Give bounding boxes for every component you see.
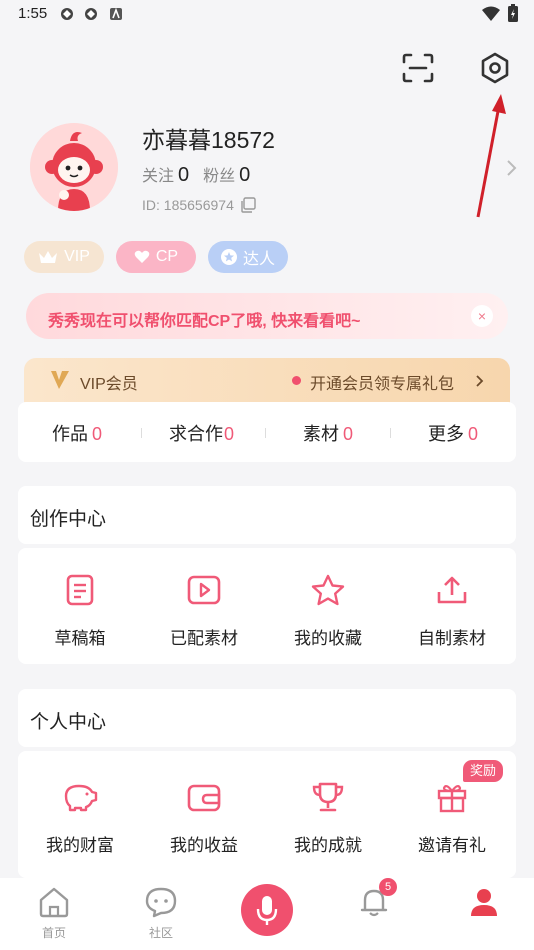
fans-label: 粉丝 (203, 168, 236, 185)
draft-icon (66, 574, 94, 606)
tab-label: 素材 (303, 424, 339, 444)
scan-icon (402, 53, 434, 83)
record-button[interactable] (241, 884, 293, 936)
item-label: 我的收益 (170, 836, 238, 855)
a-notification-icon (110, 7, 122, 20)
tab-count: 0 (92, 424, 103, 444)
tab-count: 0 (343, 424, 354, 444)
star-outline-icon (311, 574, 345, 606)
favorites-item[interactable]: 我的收藏 (266, 570, 390, 649)
bottom-nav: 首页 社区 5 (0, 878, 534, 950)
heart-icon (134, 250, 150, 263)
annotation-arrow (476, 94, 506, 218)
copy-icon[interactable] (240, 197, 256, 213)
home-icon (39, 887, 69, 918)
dubbed-materials-item[interactable]: 已配素材 (142, 570, 266, 649)
creation-grid: 草稿箱 已配素材 我的收藏 自制素材 (18, 548, 516, 664)
item-label: 已配素材 (170, 629, 238, 648)
vip-bar-promo[interactable]: 开通会员领专属礼包 (310, 370, 454, 394)
tab-label: 更多 (428, 424, 464, 444)
divider (390, 428, 391, 438)
tab-collaboration[interactable]: 求合作0 (169, 420, 234, 446)
tab-count: 0 (224, 424, 235, 444)
chevron-right-icon (476, 375, 484, 387)
app-notification-icon (85, 8, 97, 20)
wifi-icon (482, 6, 500, 21)
gear-icon (481, 52, 509, 84)
personal-grid: 我的财富 我的收益 我的成就 邀请有礼 奖励 (18, 751, 516, 878)
piggy-bank-icon (64, 784, 98, 812)
tab-count: 0 (468, 424, 479, 444)
message-count-badge: 5 (379, 878, 397, 896)
creation-center-header: 创作中心 (18, 486, 516, 544)
personal-center-header: 个人中心 (18, 689, 516, 747)
battery-icon (508, 4, 518, 22)
invite-gift-item[interactable]: 邀请有礼 (390, 777, 514, 856)
vip-bar-label: VIP会员 (80, 376, 138, 393)
vip-badge-label: VIP (64, 248, 90, 265)
item-label: 我的收藏 (294, 629, 362, 648)
item-label: 邀请有礼 (418, 836, 486, 855)
settings-button[interactable] (477, 50, 513, 86)
chevron-right-icon[interactable] (505, 159, 517, 177)
item-label: 草稿箱 (54, 629, 106, 648)
fans-count[interactable]: 0 (239, 164, 250, 186)
drafts-item[interactable]: 草稿箱 (18, 570, 142, 649)
vip-logo-icon (51, 371, 69, 389)
person-icon (471, 889, 497, 916)
status-bar: 1:55 (0, 0, 534, 28)
banner-text: 秀秀现在可以帮你匹配CP了哦, 快来看看吧~ (48, 313, 361, 330)
item-label: 我的财富 (46, 836, 114, 855)
status-time: 1:55 (18, 5, 48, 22)
section-title: 个人中心 (30, 712, 107, 733)
red-dot (292, 376, 301, 385)
user-id: ID: 185656974 (142, 197, 256, 213)
wallet-icon (187, 784, 221, 812)
upload-icon (437, 576, 467, 604)
cp-badge-label: CP (155, 248, 179, 265)
expert-badge[interactable]: 达人 (208, 241, 288, 273)
nav-community[interactable]: 社区 (139, 886, 183, 941)
my-achievements-item[interactable]: 我的成就 (266, 777, 390, 856)
microphone-icon (256, 896, 278, 925)
cp-badge[interactable]: CP (116, 241, 196, 273)
item-label: 自制素材 (418, 629, 486, 648)
close-icon[interactable]: × (471, 305, 493, 327)
nav-label: 首页 (41, 926, 66, 940)
play-icon (187, 575, 221, 605)
divider (265, 428, 266, 438)
mascot-avatar-icon (30, 123, 118, 211)
follow-label: 关注 (142, 168, 175, 185)
follow-count[interactable]: 0 (178, 164, 189, 186)
user-id-text: ID: 185656974 (142, 197, 234, 213)
nav-me[interactable] (462, 886, 506, 918)
crown-icon (39, 251, 58, 263)
reward-tag: 奖励 (463, 760, 504, 782)
expert-badge-label: 达人 (242, 251, 275, 268)
item-label: 我的成就 (294, 836, 362, 855)
chat-bubble-icon (145, 887, 177, 918)
nav-label: 社区 (148, 926, 173, 940)
tab-materials[interactable]: 素材 0 (303, 420, 353, 446)
tab-label: 求合作 (169, 424, 223, 444)
self-made-materials-item[interactable]: 自制素材 (390, 570, 514, 649)
divider (141, 428, 142, 438)
star-icon (220, 249, 237, 265)
vip-badge[interactable]: VIP (24, 241, 104, 273)
follow-stats: 关注 0 粉丝 0 (142, 162, 264, 187)
scan-button[interactable] (400, 50, 436, 86)
app-notification-icon (61, 8, 73, 20)
my-wealth-item[interactable]: 我的财富 (18, 777, 142, 856)
username: 亦暮暮18572 (142, 127, 275, 153)
tab-label: 作品 (52, 424, 88, 444)
trophy-icon (312, 782, 344, 812)
my-earnings-item[interactable]: 我的收益 (142, 777, 266, 856)
nav-home[interactable]: 首页 (32, 886, 76, 941)
gift-icon (437, 784, 467, 813)
avatar[interactable] (30, 123, 118, 211)
section-title: 创作中心 (30, 509, 107, 530)
tab-works[interactable]: 作品 0 (52, 420, 102, 446)
tab-more[interactable]: 更多 0 (428, 420, 478, 446)
